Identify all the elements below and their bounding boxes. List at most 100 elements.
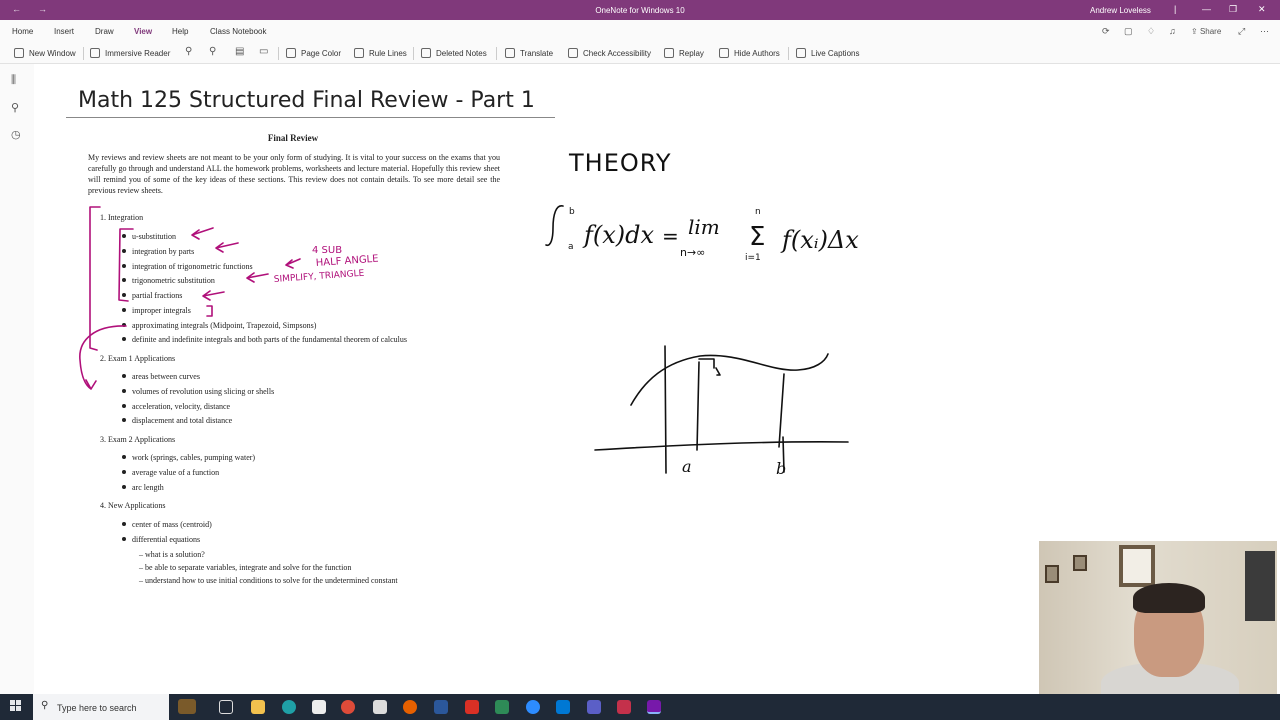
replay-button[interactable]: Replay	[664, 48, 704, 58]
list-item: integration by parts	[122, 247, 194, 256]
acrobat-icon[interactable]	[465, 700, 479, 714]
ink-arrow	[285, 258, 301, 269]
bell-icon[interactable]: ♫	[1169, 26, 1176, 36]
menu-insert[interactable]: Insert	[54, 27, 74, 36]
user-name[interactable]: Andrew Loveless	[1090, 6, 1151, 15]
geogebra-icon[interactable]	[495, 700, 509, 714]
list-item: center of mass (centroid)	[122, 520, 212, 529]
sub-list-item: – be able to separate variables, integra…	[139, 563, 352, 572]
task-view-icon[interactable]	[219, 700, 233, 714]
list-item: approximating integrals (Midpoint, Trape…	[122, 321, 316, 330]
ribbon-separator	[83, 47, 84, 60]
window-title: OneNote for Windows 10	[595, 6, 685, 15]
trash-icon	[421, 48, 431, 58]
list-item: improper integrals	[122, 306, 191, 315]
page-color-icon	[286, 48, 296, 58]
menu-class-notebook[interactable]: Class Notebook	[210, 27, 266, 36]
svg-text:a: a	[568, 242, 574, 252]
list-item: areas between curves	[122, 372, 200, 381]
store-icon[interactable]	[312, 700, 326, 714]
svg-text:f(xᵢ)Δx: f(xᵢ)Δx	[780, 226, 859, 254]
minimize-icon[interactable]: —	[1202, 4, 1211, 14]
rule-lines-icon	[354, 48, 364, 58]
notebook-icon[interactable]: ▢	[1124, 26, 1133, 37]
list-item: differential equations	[122, 535, 200, 544]
section-title: 1. Integration	[100, 213, 144, 222]
firefox-icon[interactable]	[403, 700, 417, 714]
search-icon[interactable]: ⚲	[11, 101, 19, 114]
ribbon-separator	[278, 47, 279, 60]
divider-icon: |	[1174, 4, 1177, 14]
ink-annotation-sub: 4 SUB	[312, 245, 342, 256]
ink-theory-heading: THEORY	[568, 149, 672, 177]
list-item: work (springs, cables, pumping water)	[122, 453, 255, 462]
new-window-label: New Window	[29, 49, 76, 58]
word-icon[interactable]	[434, 700, 448, 714]
check-accessibility-button[interactable]: Check Accessibility	[568, 48, 651, 58]
svg-text:lim: lim	[688, 215, 720, 239]
more-icon[interactable]: ⋯	[1260, 26, 1269, 37]
svg-text:n→∞: n→∞	[680, 246, 705, 259]
expand-icon[interactable]: ⤢	[1238, 26, 1245, 37]
maximize-icon[interactable]: ❐	[1229, 4, 1237, 15]
menu-view[interactable]: View	[134, 27, 152, 36]
notepad-icon[interactable]	[373, 700, 387, 714]
door-frame	[1245, 551, 1275, 621]
onenote-icon[interactable]	[647, 700, 661, 714]
lightbulb-icon[interactable]: ♢	[1147, 26, 1155, 37]
outlook-icon[interactable]	[556, 700, 570, 714]
zoom-in-icon[interactable]: ⚲	[209, 46, 216, 57]
list-item: arc length	[122, 483, 164, 492]
check-accessibility-label: Check Accessibility	[583, 49, 652, 58]
sub-list-item: – what is a solution?	[139, 550, 205, 559]
svg-text:i=1: i=1	[745, 253, 761, 263]
svg-text:n: n	[755, 207, 761, 217]
hide-authors-button[interactable]: Hide Authors	[719, 48, 780, 58]
rule-lines-button[interactable]: Rule Lines	[354, 48, 407, 58]
review-intro: My reviews and review sheets are not mea…	[88, 153, 500, 195]
menu-home[interactable]: Home	[12, 27, 33, 36]
windows-start-icon[interactable]	[10, 700, 22, 712]
new-window-button[interactable]: New Window	[14, 48, 76, 58]
hide-authors-icon	[719, 48, 729, 58]
page-title[interactable]: Math 125 Structured Final Review - Part …	[78, 88, 535, 113]
replay-label: Replay	[679, 49, 704, 58]
svg-text:f(x)dx: f(x)dx	[582, 221, 655, 249]
page-width-icon[interactable]: ▭	[259, 46, 268, 57]
zoom-100-icon[interactable]: ▤	[235, 46, 244, 57]
ink-arrow	[215, 242, 239, 253]
teams-icon[interactable]	[587, 700, 601, 714]
close-icon[interactable]: ✕	[1258, 4, 1266, 15]
accessibility-icon	[568, 48, 578, 58]
menu-help[interactable]: Help	[172, 27, 188, 36]
ink-label-a: a	[682, 457, 692, 476]
live-captions-button[interactable]: Live Captions	[796, 48, 859, 58]
share-label: Share	[1199, 27, 1222, 36]
share-button[interactable]: ⇪ Share	[1191, 27, 1221, 36]
live-captions-label: Live Captions	[811, 49, 860, 58]
list-item: volumes of revolution using slicing or s…	[122, 387, 274, 396]
zoom-icon[interactable]	[526, 700, 540, 714]
ink-riemann-sum-formula: b a f(x)dx = lim n→∞ n Σ i=1 f(xᵢ)Δx	[545, 205, 859, 263]
notebooks-icon[interactable]: ⫼	[11, 74, 16, 87]
sync-icon[interactable]: ⟳	[1102, 26, 1110, 37]
file-explorer-icon[interactable]	[251, 700, 265, 714]
page-color-button[interactable]: Page Color	[286, 48, 341, 58]
immersive-reader-button[interactable]: Immersive Reader	[90, 48, 170, 58]
zoom-out-icon[interactable]: ⚲	[185, 46, 192, 57]
briefcase-icon[interactable]	[178, 699, 196, 714]
new-window-icon	[14, 48, 24, 58]
ink-bracket-outer	[89, 206, 101, 351]
review-heading: Final Review	[267, 133, 319, 143]
list-item: integration of trigonometric functions	[122, 262, 253, 271]
translate-button[interactable]: Translate	[505, 48, 553, 58]
section-title: 4. New Applications	[100, 501, 166, 510]
snip-icon[interactable]	[617, 700, 631, 714]
edge-icon[interactable]	[282, 700, 296, 714]
recent-icon[interactable]: ◷	[11, 128, 21, 141]
deleted-notes-button[interactable]: Deleted Notes	[421, 48, 487, 58]
list-item: trigonometric substitution	[122, 276, 215, 285]
taskbar-search[interactable]: ⚲ Type here to search	[33, 694, 169, 720]
menu-draw[interactable]: Draw	[95, 27, 114, 36]
chrome-icon[interactable]	[341, 700, 355, 714]
